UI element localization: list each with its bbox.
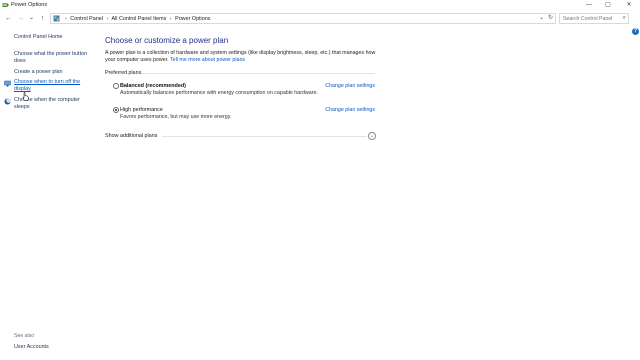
address-dropdown-icon[interactable]: ⌄ [539,14,544,23]
plan-high-performance-description: Favors performance, but may use more ene… [120,114,232,120]
search-icon[interactable]: ⌕ [623,14,626,23]
title-bar: Power Options — ▢ ✕ [0,0,640,11]
control-panel-icon [53,15,60,22]
close-button[interactable]: ✕ [622,1,636,10]
see-also-heading: See also [14,333,35,339]
sidebar-item-control-panel-home[interactable]: Control Panel Home [14,34,96,41]
sidebar-item-power-button[interactable]: Choose what the power button does [14,51,96,65]
up-arrow-icon[interactable]: ↑ [38,14,47,23]
refresh-icon[interactable]: ↻ [548,14,553,23]
page-description: A power plan is a collection of hardware… [105,50,380,64]
plan-high-performance-name[interactable]: High performance [120,106,163,114]
group-divider [141,73,375,74]
sidebar-item-create-plan[interactable]: Create a power plan [14,69,96,76]
plan-high-performance-radio[interactable] [113,107,119,113]
sidebar-item-user-accounts[interactable]: User Accounts [14,344,49,350]
search-input[interactable] [560,14,618,23]
breadcrumb-separator: › [106,16,109,22]
plan-balanced-name[interactable]: Balanced (recommended) [120,82,186,90]
sidebar: Control Panel Home Choose what the power… [0,26,100,360]
plan-balanced-radio[interactable] [113,83,119,89]
preferred-plans-label: Preferred plans [105,70,142,76]
hand-cursor-icon [22,92,29,101]
sidebar-item-turn-off-display[interactable]: Choose when to turn off the display [14,79,96,93]
page-title: Choose or customize a power plan [105,36,229,45]
breadcrumb-separator: › [169,16,172,22]
forward-arrow-icon[interactable]: → [16,14,25,23]
breadcrumb-separator: › [65,16,67,22]
back-arrow-icon[interactable]: ← [4,14,13,23]
plan-balanced-description: Automatically balances performance with … [120,90,318,96]
sleep-moon-icon [4,98,11,105]
recent-locations-icon[interactable]: ⌄ [27,14,36,23]
power-options-icon [2,3,9,7]
display-shield-icon [4,80,11,87]
breadcrumb-power-options[interactable]: Power Options [175,16,210,22]
breadcrumb: › Control Panel › All Control Panel Item… [63,15,210,23]
navigation-bar: ← → ⌄ ↑ › Control Panel › All Control Pa… [0,11,640,26]
search-box[interactable]: ⌕ [559,13,629,24]
maximize-button[interactable]: ▢ [601,1,615,10]
additional-plans-divider [162,136,367,137]
chevron-down-icon[interactable]: ⌄ [368,132,376,140]
window-title: Power Options [11,2,48,8]
plan-balanced-change-settings-link[interactable]: Change plan settings [325,82,375,90]
breadcrumb-control-panel[interactable]: Control Panel [70,16,103,22]
tell-me-more-link[interactable]: Tell me more about power plans [170,57,245,63]
plan-high-performance-change-settings-link[interactable]: Change plan settings [325,106,375,114]
address-bar[interactable]: › Control Panel › All Control Panel Item… [50,13,556,24]
show-additional-plans-label[interactable]: Show additional plans [105,133,157,139]
breadcrumb-all-items[interactable]: All Control Panel Items [111,16,166,22]
help-icon[interactable]: ? [632,28,639,35]
minimize-button[interactable]: — [582,1,596,10]
